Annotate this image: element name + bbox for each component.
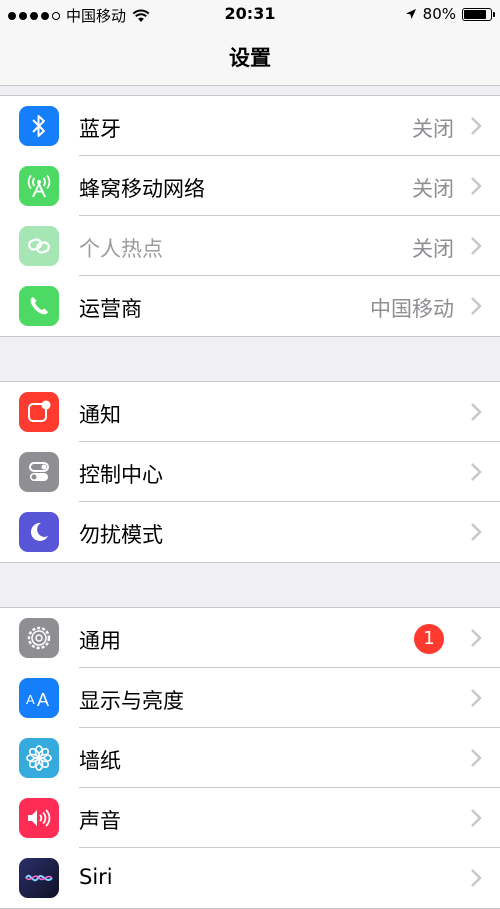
settings-row-do-not-disturb[interactable]: 勿扰模式: [0, 502, 500, 562]
chevron-right-icon: [471, 869, 482, 887]
settings-group-alerts: 通知 控制中心 勿扰模式: [0, 381, 500, 563]
settings-row-hotspot[interactable]: 个人热点 关闭: [0, 216, 500, 276]
cellular-antenna-icon: [19, 166, 59, 206]
settings-group-connectivity: 蓝牙 关闭 蜂窝移动网络 关闭 个人热点 关闭 运营商 中国移动: [0, 95, 500, 337]
status-bar: 中国移动 20:31 80%: [0, 0, 500, 28]
row-label: 声音: [79, 809, 121, 833]
settings-row-sounds[interactable]: 声音: [0, 788, 500, 848]
row-label: 蓝牙: [79, 117, 121, 141]
chevron-right-icon: [471, 237, 482, 255]
row-label: 运营商: [79, 297, 142, 321]
text-size-icon: A A: [19, 678, 59, 718]
settings-group-device: 通用 1 A A 显示与亮度 墙纸 声音 Siri: [0, 607, 500, 909]
settings-row-notifications[interactable]: 通知: [0, 382, 500, 442]
chevron-right-icon: [471, 749, 482, 767]
chevron-right-icon: [471, 117, 482, 135]
row-label: 墙纸: [79, 749, 121, 773]
row-value: 中国移动: [370, 297, 454, 321]
row-label: 显示与亮度: [79, 689, 184, 713]
settings-row-bluetooth[interactable]: 蓝牙 关闭: [0, 96, 500, 156]
row-value: 关闭: [412, 117, 454, 141]
row-value: 关闭: [412, 237, 454, 261]
control-center-icon: [19, 452, 59, 492]
svg-text:A: A: [26, 692, 35, 707]
row-label: 控制中心: [79, 463, 163, 487]
row-label: 个人热点: [79, 237, 163, 261]
speaker-icon: [19, 798, 59, 838]
bluetooth-icon: [19, 106, 59, 146]
settings-row-control-center[interactable]: 控制中心: [0, 442, 500, 502]
location-arrow-icon: [405, 9, 416, 19]
settings-row-carrier[interactable]: 运营商 中国移动: [0, 276, 500, 336]
row-value: 关闭: [412, 177, 454, 201]
row-label: 通用: [79, 629, 121, 653]
hotspot-chain-icon: [19, 226, 59, 266]
chevron-right-icon: [471, 297, 482, 315]
row-label: Siri: [79, 865, 113, 889]
settings-row-display-brightness[interactable]: A A 显示与亮度: [0, 668, 500, 728]
flower-icon: [19, 738, 59, 778]
battery-percentage: 80%: [422, 5, 456, 23]
battery-fill: [464, 9, 487, 19]
notifications-icon: [19, 392, 59, 432]
settings-row-general[interactable]: 通用 1: [0, 608, 500, 668]
settings-row-wallpaper[interactable]: 墙纸: [0, 728, 500, 788]
chevron-right-icon: [471, 689, 482, 707]
row-label: 通知: [79, 403, 121, 427]
status-right: 80%: [405, 5, 495, 23]
chevron-right-icon: [471, 177, 482, 195]
page-title: 设置: [229, 46, 271, 70]
chevron-right-icon: [471, 523, 482, 541]
chevron-right-icon: [471, 629, 482, 647]
navigation-bar: 设置: [0, 28, 500, 86]
phone-icon: [19, 286, 59, 326]
battery-icon: [462, 7, 495, 21]
gear-icon: [19, 618, 59, 658]
row-label: 蜂窝移动网络: [79, 177, 205, 201]
update-count-badge: 1: [414, 624, 444, 654]
svg-text:A: A: [37, 690, 49, 709]
chevron-right-icon: [471, 809, 482, 827]
chevron-right-icon: [471, 403, 482, 421]
siri-icon: [19, 858, 59, 898]
chevron-right-icon: [471, 463, 482, 481]
moon-icon: [19, 512, 59, 552]
settings-row-cellular[interactable]: 蜂窝移动网络 关闭: [0, 156, 500, 216]
settings-row-siri[interactable]: Siri: [0, 848, 500, 908]
row-label: 勿扰模式: [79, 523, 163, 547]
